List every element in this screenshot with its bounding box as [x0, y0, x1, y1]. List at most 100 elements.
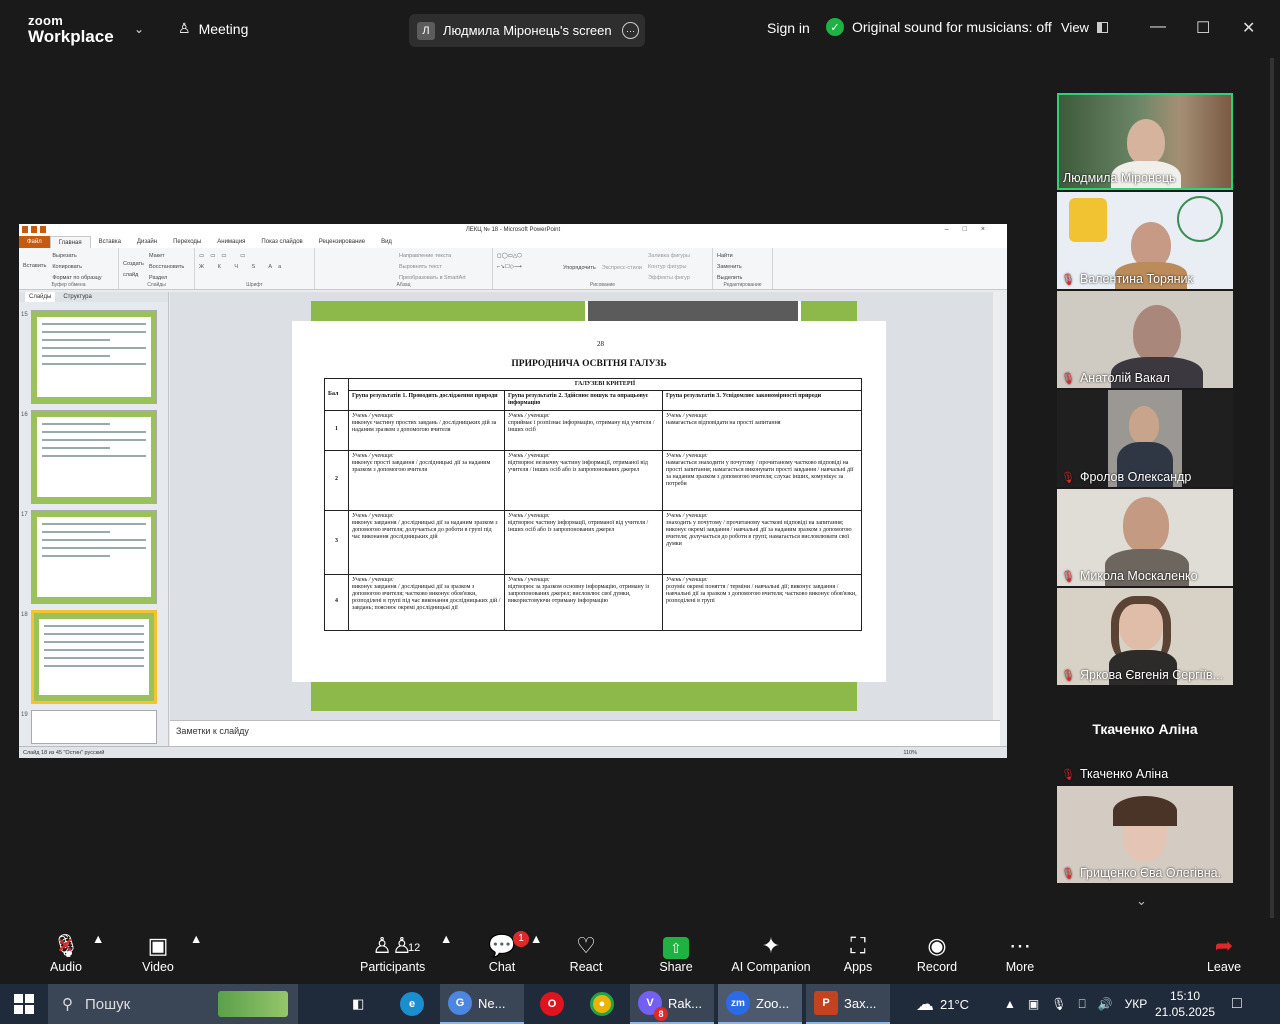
new-slide-button[interactable]: Создать слайд: [123, 259, 145, 284]
slide-editing-area[interactable]: 28 ПРИРОДНИЧА ОСВІТНЯ ГАЛУЗЬ Бал ГАЛУЗЕВ…: [170, 292, 1000, 720]
find-button[interactable]: Найти: [717, 251, 768, 262]
chat-button[interactable]: 💬 1 Chat: [484, 931, 529, 974]
participant-tile[interactable]: 🎙 Микола Москаленко: [1057, 489, 1233, 586]
slide-thumbnail-selected[interactable]: [31, 610, 157, 704]
taskbar-app-viber[interactable]: V8 Rak...: [630, 984, 714, 1024]
more-options-icon[interactable]: ···: [622, 22, 639, 39]
muted-microphone-icon: 🎙 ✕: [52, 933, 80, 958]
language-indicator[interactable]: УКР: [1125, 997, 1148, 1011]
gallery-scrollbar[interactable]: [1270, 58, 1274, 918]
ai-companion-button[interactable]: ✦ AI Companion: [730, 932, 812, 974]
muted-mic-icon: 🎙: [1061, 570, 1075, 583]
slide-thumbnail[interactable]: [31, 410, 157, 504]
quick-styles-button[interactable]: Экспресс-стили: [602, 263, 642, 284]
notifications-icon[interactable]: □: [1232, 984, 1242, 1024]
participant-tile[interactable]: 🎙 Валентина Торяник: [1057, 192, 1233, 289]
criteria-table: Бал ГАЛУЗЕВІ КРИТЕРІЇ Група результатів …: [324, 377, 862, 631]
participant-tile[interactable]: Ткаченко Аліна 🎙 Ткаченко Аліна: [1057, 687, 1233, 784]
minimize-icon[interactable]: —: [1150, 18, 1166, 36]
edge-icon[interactable]: e: [392, 984, 432, 1024]
network-icon[interactable]: ⎕: [1078, 997, 1085, 1012]
react-button[interactable]: ♡ React: [566, 932, 606, 974]
participant-tile[interactable]: 🎙 Грищенко Єва Олегівна.: [1057, 786, 1233, 883]
tab-outline[interactable]: Структура: [59, 292, 95, 302]
more-button[interactable]: ⋯ More: [1002, 932, 1038, 974]
show-hidden-icons-icon[interactable]: ▲: [1004, 997, 1016, 1011]
copy-button[interactable]: Копировать: [52, 262, 101, 273]
status-text: Слайд 18 из 45 "Остин" русский: [23, 750, 105, 756]
text-direction-button[interactable]: Направление текста: [399, 251, 488, 262]
audio-button[interactable]: 🎙 ✕ Audio: [44, 932, 88, 974]
align-text-button[interactable]: Выровнять текст: [399, 262, 488, 273]
tab-slideshow[interactable]: Показ слайдов: [253, 236, 310, 248]
close-icon[interactable]: ✕: [1242, 18, 1255, 38]
cell-text: виконує прості завдання / дослідницькі д…: [352, 459, 491, 473]
volume-icon[interactable]: 🔊: [1098, 997, 1113, 1011]
tab-transitions[interactable]: Переходы: [165, 236, 209, 248]
reset-button[interactable]: Восстановить: [149, 262, 184, 273]
leave-button[interactable]: ➦ Leave: [1204, 932, 1244, 974]
replace-button[interactable]: Заменить: [717, 262, 768, 273]
gallery-scroll-down-icon[interactable]: ⌄: [1136, 893, 1147, 909]
opera-icon[interactable]: O: [532, 984, 572, 1024]
shape-fill-button[interactable]: Заливка фигуры: [648, 251, 690, 262]
chevron-down-icon[interactable]: ⌄: [134, 22, 144, 36]
slide-thumbnail[interactable]: [31, 310, 157, 404]
sign-in-link[interactable]: Sign in: [767, 20, 810, 36]
share-button[interactable]: ⇧ Share: [656, 932, 696, 974]
view-button[interactable]: View: [1061, 20, 1108, 35]
zoom-workplace-logo[interactable]: zoom Workplace: [28, 14, 114, 45]
taskbar-app-chrome-profile[interactable]: G Ne...: [440, 984, 524, 1024]
microphone-icon[interactable]: 🎙: [1051, 997, 1066, 1011]
taskbar-app-zoom[interactable]: zm Zoo...: [718, 984, 802, 1024]
slide-thumbnail[interactable]: [31, 510, 157, 604]
original-sound-status[interactable]: ✓ Original sound for musicians: off: [826, 18, 1052, 36]
audio-options-caret-icon[interactable]: ▲: [92, 932, 104, 946]
slide-thumbnail[interactable]: [31, 710, 157, 744]
zoom-level[interactable]: 110%: [903, 747, 917, 758]
taskbar-search-box[interactable]: ⚲ Пошук: [48, 984, 298, 1024]
search-placeholder: Пошук: [85, 995, 131, 1013]
tab-design[interactable]: Дизайн: [129, 236, 165, 248]
paste-button[interactable]: Вставить: [23, 261, 46, 284]
sparkle-icon: ✦: [761, 933, 781, 958]
participants-caret-icon[interactable]: ▲: [440, 932, 452, 946]
participant-tile[interactable]: Людмила Міронець: [1057, 93, 1233, 190]
taskbar-app-powerpoint[interactable]: P Зах...: [806, 984, 890, 1024]
task-view-icon[interactable]: ◧: [344, 984, 372, 1024]
chat-caret-icon[interactable]: ▲: [530, 932, 542, 946]
maximize-icon[interactable]: ☐: [1196, 18, 1210, 38]
notes-pane[interactable]: Заметки к слайду: [170, 720, 1000, 746]
windows-start-icon[interactable]: [14, 994, 34, 1014]
participant-tile[interactable]: 🎙 Фролов Олександр: [1057, 390, 1233, 487]
meet-now-icon[interactable]: ▣: [1028, 997, 1039, 1011]
tab-slides[interactable]: Слайды: [25, 292, 56, 302]
tab-review[interactable]: Рецензирование: [311, 236, 373, 248]
record-button[interactable]: ◉ Record: [914, 932, 960, 974]
apps-button[interactable]: ⛶ Apps: [840, 932, 876, 974]
chat-icon: 💬 1: [484, 931, 529, 960]
screen-share-indicator[interactable]: Л Людмила Міронець's screen ···: [409, 14, 645, 47]
taskbar-clock[interactable]: 15:10 21.05.2025: [1155, 988, 1215, 1020]
ppt-window-controls[interactable]: –□×: [945, 224, 999, 236]
tab-animations[interactable]: Анимация: [209, 236, 253, 248]
participant-tile[interactable]: 🎙 Яркова Євгенія Сергіїв...: [1057, 588, 1233, 685]
weather-widget[interactable]: ☁ 21°C: [916, 984, 969, 1024]
video-button[interactable]: ▣ Video: [138, 932, 178, 974]
chrome-icon[interactable]: ●: [582, 984, 622, 1024]
video-options-caret-icon[interactable]: ▲: [190, 932, 202, 946]
cell-group-3: Учень / учениця: намагається знаходити у …: [662, 449, 862, 511]
slide-vertical-scrollbar[interactable]: [993, 292, 1000, 720]
participants-button[interactable]: ♙♙ 12 Participants: [360, 932, 425, 974]
tab-home[interactable]: Главная: [49, 236, 91, 248]
meeting-menu[interactable]: ♙ Meeting: [178, 20, 248, 37]
tab-insert[interactable]: Вставка: [91, 236, 129, 248]
tab-file[interactable]: Файл: [19, 236, 50, 248]
layout-button[interactable]: Макет: [149, 251, 184, 262]
shape-outline-button[interactable]: Контур фигуры: [648, 262, 690, 273]
arrange-button[interactable]: Упорядочить: [563, 263, 596, 284]
thumb-number: 18: [21, 612, 28, 618]
tab-view[interactable]: Вид: [373, 236, 400, 248]
cut-button[interactable]: Вырезать: [52, 251, 101, 262]
participant-tile[interactable]: 🎙 Анатолій Вакал: [1057, 291, 1233, 388]
